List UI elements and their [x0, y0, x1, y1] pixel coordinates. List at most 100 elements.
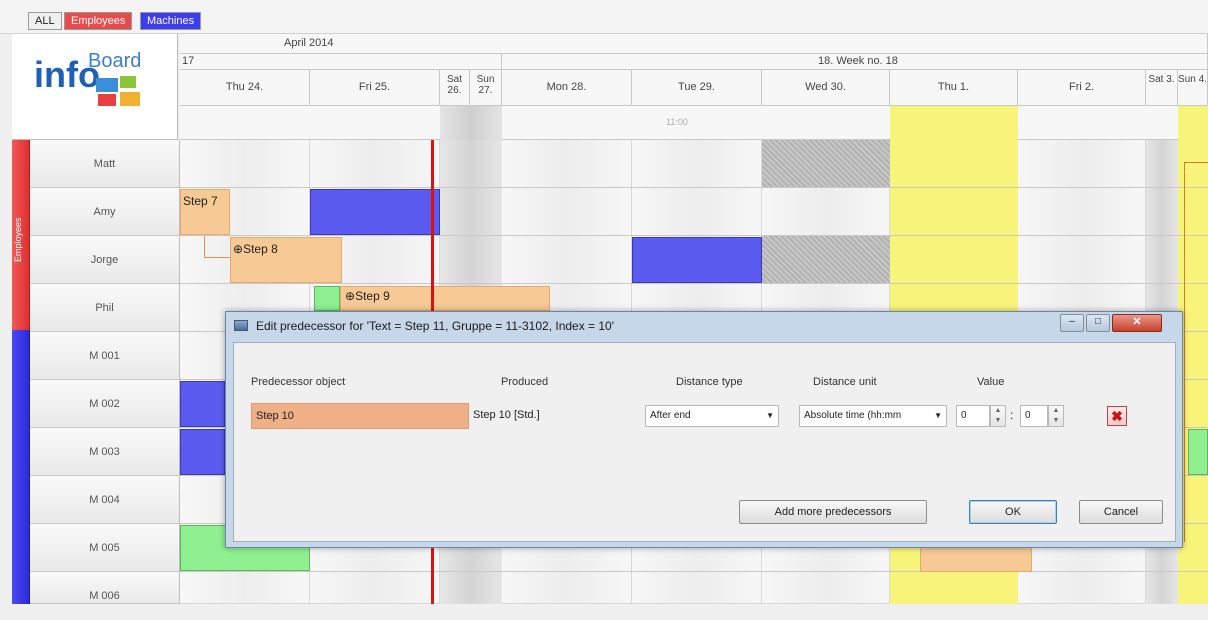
day-label: Fri 25. — [358, 81, 391, 93]
blocked-slot — [762, 140, 890, 187]
logo-text-board: Board — [88, 50, 142, 72]
header-value: Value — [977, 376, 1005, 388]
value-hours-input[interactable]: 0 — [956, 405, 990, 427]
week-18-label: 18. Week no. 18 — [818, 55, 898, 67]
distance-unit-value: Absolute time (hh:mm — [804, 410, 902, 421]
row-label-matt[interactable]: Matt — [30, 140, 180, 188]
infoboard-logo: info Board — [12, 34, 178, 140]
month-label: April 2014 — [284, 37, 334, 49]
row-label-m001[interactable]: M 001 — [30, 332, 180, 380]
week-18-header: 18. Week no. 18 — [502, 54, 1208, 70]
task-bar-step8[interactable]: ⊕Step 8 — [230, 237, 342, 283]
day-label: Wed 30. — [805, 81, 846, 93]
task-bar-blue[interactable] — [180, 429, 225, 475]
tab-bar: ALL Employees Machines — [0, 0, 1208, 34]
group-strip-employees: Employees — [12, 140, 30, 330]
close-button[interactable]: ✕ — [1112, 314, 1162, 332]
delete-row-icon[interactable]: ✖ — [1107, 406, 1127, 426]
row-label-amy[interactable]: Amy — [30, 188, 180, 236]
logo-block-green — [120, 76, 136, 88]
distance-type-value: After end — [650, 410, 691, 421]
tab-employees[interactable]: Employees — [64, 12, 133, 30]
dependency-arrow — [204, 236, 230, 258]
minimize-button[interactable]: – — [1060, 314, 1084, 332]
dialog-title: Edit predecessor for 'Text = Step 11, Gr… — [256, 319, 615, 333]
header-distance-type: Distance type — [676, 376, 743, 388]
header-produced: Produced — [501, 376, 549, 388]
week-17-header: 17 — [180, 54, 502, 70]
hours-spinner[interactable]: ▲ ▼ — [990, 405, 1006, 427]
blocked-slot — [762, 236, 890, 283]
tab-all[interactable]: ALL — [28, 12, 62, 30]
cancel-button[interactable]: Cancel — [1079, 500, 1163, 524]
day-label: Sun 4. — [1178, 74, 1207, 85]
row-label-m003[interactable]: M 003 — [30, 428, 180, 476]
task-bar-blue[interactable] — [180, 381, 225, 427]
day-header-thu24: Thu 24. — [180, 70, 310, 106]
edit-predecessor-dialog: Edit predecessor for 'Text = Step 11, Gr… — [225, 311, 1183, 548]
day-header-tue29: Tue 29. — [632, 70, 762, 106]
link-icon: ⊕ — [345, 289, 356, 303]
value-minutes-input[interactable]: 0 — [1020, 405, 1048, 427]
distance-type-select[interactable]: After end ▼ — [645, 405, 779, 427]
header-distance-unit: Distance unit — [813, 376, 877, 388]
row-label-m006[interactable]: M 006 — [30, 572, 180, 604]
highlight-header-thu1 — [890, 106, 1018, 140]
day-header-sun27: Sun 27. — [470, 70, 502, 106]
row-label-phil[interactable]: Phil — [30, 284, 180, 332]
task-label: Step 9 — [355, 289, 390, 303]
chevron-down-icon: ▼ — [766, 411, 774, 420]
day-header-mon28: Mon 28. — [502, 70, 632, 106]
task-bar-blue[interactable] — [310, 189, 440, 235]
task-bar-step7[interactable]: Step 7 — [180, 189, 230, 235]
row-label-m004[interactable]: M 004 — [30, 476, 180, 524]
task-bar-step9[interactable]: ⊕Step 9 — [340, 286, 550, 311]
day-label: Tue 29. — [678, 81, 715, 93]
add-more-predecessors-button[interactable]: Add more predecessors — [739, 500, 927, 524]
logo-block-orange — [120, 92, 140, 106]
day-label: Sun 27. — [476, 74, 495, 96]
dialog-body: Predecessor object Produced Distance typ… — [233, 342, 1176, 542]
highlight-header-sun4 — [1178, 106, 1208, 140]
week-17-label: 17 — [182, 55, 195, 67]
dependency-line — [1184, 162, 1208, 542]
tab-machines[interactable]: Machines — [140, 12, 202, 30]
day-header-fri2: Fri 2. — [1018, 70, 1146, 106]
row-label-m002[interactable]: M 002 — [30, 380, 180, 428]
chevron-down-icon: ▼ — [932, 406, 942, 426]
predecessor-object-field[interactable]: Step 10 — [251, 403, 469, 429]
day-label: Thu 1. — [937, 81, 970, 93]
time-marker-label: 11:00 — [666, 117, 688, 127]
group-strip-machines — [12, 330, 30, 604]
row-label-m005[interactable]: M 005 — [30, 524, 180, 572]
time-header-row — [180, 106, 1208, 140]
weekend-header-shade — [440, 106, 502, 140]
produced-value: Step 10 [Std.] — [473, 409, 540, 421]
month-header: April 2014 — [180, 34, 1208, 54]
distance-unit-select[interactable]: Absolute time (hh:mm ▼ — [799, 405, 947, 427]
day-label: Sat 26. — [446, 74, 462, 96]
task-bar-blue[interactable] — [632, 237, 762, 283]
day-label: Sat 3. — [1148, 74, 1175, 85]
day-header-sun4: Sun 4. — [1178, 70, 1208, 106]
day-label: Fri 2. — [1068, 81, 1095, 93]
group-label-employees: Employees — [13, 217, 23, 263]
day-header-sat3: Sat 3. — [1146, 70, 1178, 106]
logo-block-blue — [96, 78, 118, 92]
task-bar-orange[interactable] — [920, 546, 1032, 572]
header-predecessor-object: Predecessor object — [251, 376, 346, 388]
day-label: Thu 24. — [225, 81, 264, 93]
ok-button[interactable]: OK — [969, 500, 1057, 524]
value-separator: : — [1010, 408, 1014, 422]
day-header-sat26: Sat 26. — [440, 70, 470, 106]
row-label-jorge[interactable]: Jorge — [30, 236, 180, 284]
minutes-spinner[interactable]: ▲ ▼ — [1048, 405, 1064, 427]
day-header-wed30: Wed 30. — [762, 70, 890, 106]
day-header-thu1: Thu 1. — [890, 70, 1018, 106]
task-bar-green[interactable] — [314, 286, 340, 311]
day-label: Mon 28. — [546, 81, 587, 93]
day-header-fri25: Fri 25. — [310, 70, 440, 106]
maximize-button[interactable]: □ — [1086, 314, 1110, 332]
link-icon: ⊕ — [233, 242, 244, 256]
logo-block-red — [98, 94, 116, 106]
